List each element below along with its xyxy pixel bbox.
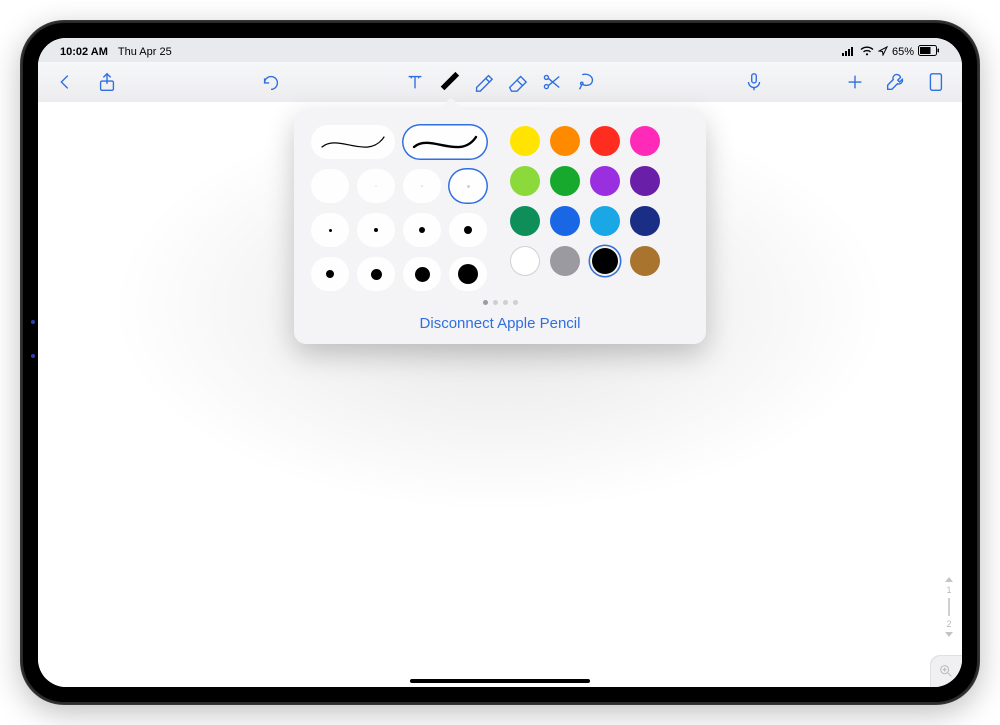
color-swatch-navy[interactable] (630, 206, 660, 236)
cellular-signal-icon (842, 46, 856, 59)
brush-size-option[interactable] (402, 212, 442, 248)
color-swatch-magenta[interactable] (630, 126, 660, 156)
page-scrubber-current: 1 (946, 585, 951, 595)
pager-dot[interactable] (513, 300, 518, 305)
brush-size-option[interactable] (402, 256, 442, 292)
brush-size-option[interactable] (310, 212, 350, 248)
disconnect-pencil-button[interactable]: Disconnect Apple Pencil (310, 309, 690, 334)
brush-size-option[interactable] (356, 212, 396, 248)
color-swatch-red[interactable] (590, 126, 620, 156)
pen-tool-button[interactable] (436, 69, 462, 95)
color-swatch-black[interactable] (590, 246, 620, 276)
text-tool-button[interactable] (402, 69, 428, 95)
brush-size-option[interactable] (356, 256, 396, 292)
color-swatch-gray[interactable] (550, 246, 580, 276)
add-button[interactable] (842, 69, 868, 95)
page-scrubber[interactable]: 1 2 (940, 577, 958, 637)
wifi-icon (860, 46, 874, 59)
pages-button[interactable] (922, 69, 948, 95)
pager-dot[interactable] (503, 300, 508, 305)
color-swatch-sky[interactable] (590, 206, 620, 236)
brush-size-option[interactable] (448, 212, 488, 248)
page-indicator (310, 300, 690, 305)
color-swatch-teal[interactable] (510, 206, 540, 236)
eraser-tool-button[interactable] (504, 69, 530, 95)
battery-percent: 65% (892, 46, 914, 58)
pager-dot[interactable] (483, 300, 488, 305)
status-bar: 10:02 AM Thu Apr 25 65% (38, 38, 962, 62)
settings-wrench-button[interactable] (882, 69, 908, 95)
device-smartconnector-dots (31, 320, 35, 358)
brush-grid (310, 124, 488, 294)
color-swatch-violet[interactable] (590, 166, 620, 196)
undo-button[interactable] (258, 69, 284, 95)
highlighter-tool-button[interactable] (470, 69, 496, 95)
color-swatch-brown[interactable] (630, 246, 660, 276)
brush-size-option[interactable] (448, 168, 488, 204)
page-up-icon (945, 577, 953, 582)
scissors-tool-button[interactable] (538, 69, 564, 95)
status-date: Thu Apr 25 (118, 46, 172, 58)
color-swatch-purple[interactable] (630, 166, 660, 196)
brush-size-option[interactable] (310, 168, 350, 204)
stroke-style-option[interactable] (402, 124, 488, 160)
ipad-device-frame: 10:02 AM Thu Apr 25 65% (20, 20, 980, 705)
zoom-button[interactable] (930, 655, 962, 687)
color-swatch-yellow[interactable] (510, 126, 540, 156)
color-swatch-lime[interactable] (510, 166, 540, 196)
share-button[interactable] (94, 69, 120, 95)
pager-dot[interactable] (493, 300, 498, 305)
location-icon (878, 46, 888, 59)
back-button[interactable] (52, 69, 78, 95)
status-time: 10:02 AM (60, 46, 108, 58)
screen: 10:02 AM Thu Apr 25 65% (38, 38, 962, 687)
brush-size-option[interactable] (310, 256, 350, 292)
tool-selector (402, 69, 598, 95)
home-indicator[interactable] (410, 679, 590, 683)
page-scrubber-total: 2 (946, 619, 951, 629)
pen-settings-popover: Disconnect Apple Pencil (294, 110, 706, 344)
brush-size-option[interactable] (402, 168, 442, 204)
microphone-button[interactable] (741, 69, 767, 95)
color-swatch-white[interactable] (510, 246, 540, 276)
battery-icon (918, 45, 940, 59)
lasso-tool-button[interactable] (572, 69, 598, 95)
page-down-icon (945, 632, 953, 637)
brush-size-option[interactable] (356, 168, 396, 204)
color-grid (508, 124, 662, 294)
status-right: 65% (842, 45, 940, 59)
app-toolbar (38, 62, 962, 103)
color-swatch-blue[interactable] (550, 206, 580, 236)
color-swatch-green[interactable] (550, 166, 580, 196)
brush-size-option[interactable] (448, 256, 488, 292)
color-swatch-orange[interactable] (550, 126, 580, 156)
stroke-style-option[interactable] (310, 124, 396, 160)
